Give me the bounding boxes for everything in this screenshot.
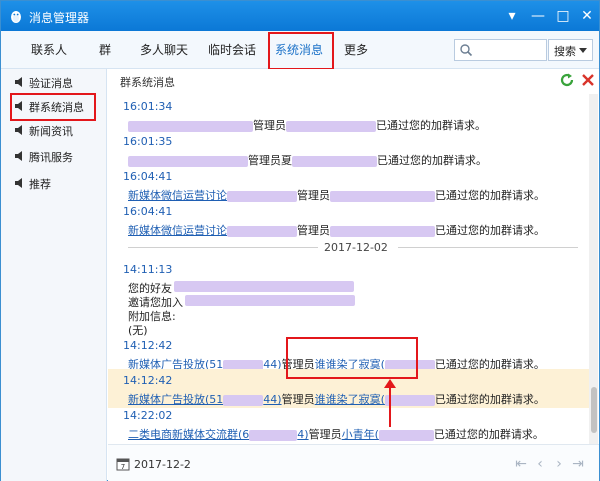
message-text: (无) bbox=[128, 324, 148, 337]
title-bar[interactable]: 消息管理器 ▾ — □ ✕ bbox=[1, 1, 599, 31]
blurred-text bbox=[185, 295, 355, 306]
annotation-box-tab bbox=[268, 32, 334, 70]
sidebar-item-verification[interactable]: 验证消息 bbox=[1, 71, 107, 93]
blurred-text bbox=[330, 225, 435, 237]
group-link[interactable]: 新媒体微信运营讨论 bbox=[128, 189, 227, 202]
message-text: 管理员夏 已通过您的加群请求。 bbox=[128, 152, 487, 168]
group-link[interactable]: 二类电商新媒体交流群(6 4) bbox=[128, 428, 309, 441]
tab-multi-chat[interactable]: 多人聊天 bbox=[140, 41, 188, 58]
scrollbar-thumb[interactable] bbox=[591, 387, 597, 433]
divider bbox=[398, 247, 578, 248]
menu-dropdown-button[interactable]: ▾ bbox=[499, 5, 525, 27]
sidebar-item-label: 推荐 bbox=[29, 178, 51, 191]
maximize-button[interactable]: □ bbox=[550, 5, 576, 27]
footer-bar: 7 2017-12-2 ⇤ ‹ › ⇥ bbox=[108, 444, 599, 481]
blurred-text bbox=[292, 155, 377, 167]
sidebar-item-news[interactable]: 新闻资讯 bbox=[1, 119, 107, 141]
blurred-text bbox=[330, 190, 435, 202]
annotation-box-admin-link bbox=[286, 337, 418, 379]
annotation-arrow bbox=[389, 385, 391, 427]
annotation-box-sidebar bbox=[10, 93, 96, 121]
message-time: 16:04:41 bbox=[123, 205, 173, 218]
search-field[interactable] bbox=[454, 39, 547, 61]
message-time: 16:01:35 bbox=[123, 135, 173, 148]
blurred-text bbox=[378, 429, 434, 441]
blurred-text bbox=[223, 394, 264, 406]
message-text: 新媒体微信运营讨论 管理员 已通过您的加群请求。 bbox=[128, 189, 545, 202]
calendar-icon[interactable]: 7 bbox=[116, 457, 130, 471]
sidebar: 验证消息 群系统消息 新闻资讯 腾讯服务 推荐 bbox=[1, 69, 107, 481]
delete-icon[interactable] bbox=[580, 72, 596, 88]
search-icon bbox=[460, 44, 473, 57]
chevron-down-icon bbox=[579, 48, 587, 53]
blurred-text bbox=[174, 281, 354, 292]
message-time: 16:04:41 bbox=[123, 170, 173, 183]
minimize-button[interactable]: — bbox=[525, 5, 551, 27]
footer-date: 2017-12-2 bbox=[134, 458, 191, 471]
first-page-icon[interactable]: ⇤ bbox=[514, 457, 528, 471]
message-list-panel: 群系统消息 16:01:34 管理员 已通过您的加群请求。 16:01:35 管理… bbox=[108, 69, 599, 481]
speaker-icon bbox=[15, 77, 22, 87]
search-scope-dropdown[interactable]: 搜索 bbox=[548, 39, 593, 61]
message-time: 14:12:42 bbox=[123, 339, 173, 352]
blurred-text bbox=[249, 429, 298, 441]
tab-contacts[interactable]: 联系人 bbox=[31, 41, 67, 58]
message-text: 管理员 已通过您的加群请求。 bbox=[128, 117, 486, 133]
message-time: 14:22:02 bbox=[123, 409, 173, 422]
refresh-icon[interactable] bbox=[559, 72, 575, 88]
speaker-icon bbox=[15, 125, 22, 135]
blurred-text bbox=[286, 120, 376, 132]
prev-page-icon[interactable]: ‹ bbox=[533, 457, 547, 471]
panel-title: 群系统消息 bbox=[120, 76, 175, 89]
next-page-icon[interactable]: › bbox=[552, 457, 566, 471]
message-time: 14:12:42 bbox=[123, 374, 173, 387]
sidebar-item-label: 验证消息 bbox=[29, 77, 73, 90]
date-separator: 2017-12-02 bbox=[108, 241, 588, 254]
tab-temp-session[interactable]: 临时会话 bbox=[208, 41, 256, 58]
search-input[interactable] bbox=[475, 42, 545, 58]
message-time: 14:11:13 bbox=[123, 263, 173, 276]
speaker-icon bbox=[15, 178, 22, 188]
message-text: 二类电商新媒体交流群(6 4)管理员小青年(已通过您的加群请求。 bbox=[128, 428, 544, 441]
sidebar-item-tencent-service[interactable]: 腾讯服务 bbox=[1, 145, 107, 167]
tab-more[interactable]: 更多 bbox=[344, 41, 368, 58]
message-text: 新媒体广告投放(51 44)管理员谁谁染了寂寞(已通过您的加群请求。 bbox=[128, 393, 545, 406]
group-link[interactable]: 新媒体广告投放(51 44) bbox=[128, 393, 282, 406]
message-manager-window: 消息管理器 ▾ — □ ✕ 联系人 群 多人聊天 临时会话 系统消息 更多 搜索… bbox=[0, 0, 600, 481]
sidebar-item-label: 新闻资讯 bbox=[29, 125, 73, 138]
blurred-text bbox=[227, 190, 297, 202]
svg-text:7: 7 bbox=[121, 463, 125, 471]
tab-groups[interactable]: 群 bbox=[99, 41, 111, 58]
group-link[interactable]: 新媒体微信运营讨论 bbox=[128, 224, 227, 237]
blurred-text bbox=[227, 225, 297, 237]
speaker-icon bbox=[15, 151, 22, 161]
message-time: 16:01:34 bbox=[123, 100, 173, 113]
blurred-text bbox=[128, 120, 253, 132]
window-title: 消息管理器 bbox=[29, 11, 90, 25]
message-text: 新媒体微信运营讨论 管理员 已通过您的加群请求。 bbox=[128, 224, 545, 237]
blurred-text bbox=[384, 394, 435, 406]
admin-link[interactable]: 小青年( bbox=[342, 428, 379, 441]
search-scope-label: 搜索 bbox=[554, 45, 576, 58]
admin-link[interactable]: 谁谁染了寂寞( bbox=[315, 393, 385, 406]
sidebar-item-recommend[interactable]: 推荐 bbox=[1, 172, 107, 194]
sidebar-item-label: 腾讯服务 bbox=[29, 151, 73, 164]
blurred-text bbox=[128, 155, 248, 167]
close-button[interactable]: ✕ bbox=[574, 5, 600, 27]
qq-penguin-icon bbox=[11, 11, 21, 23]
last-page-icon[interactable]: ⇥ bbox=[571, 457, 585, 471]
divider bbox=[128, 247, 318, 248]
date-label: 2017-12-02 bbox=[324, 241, 388, 254]
